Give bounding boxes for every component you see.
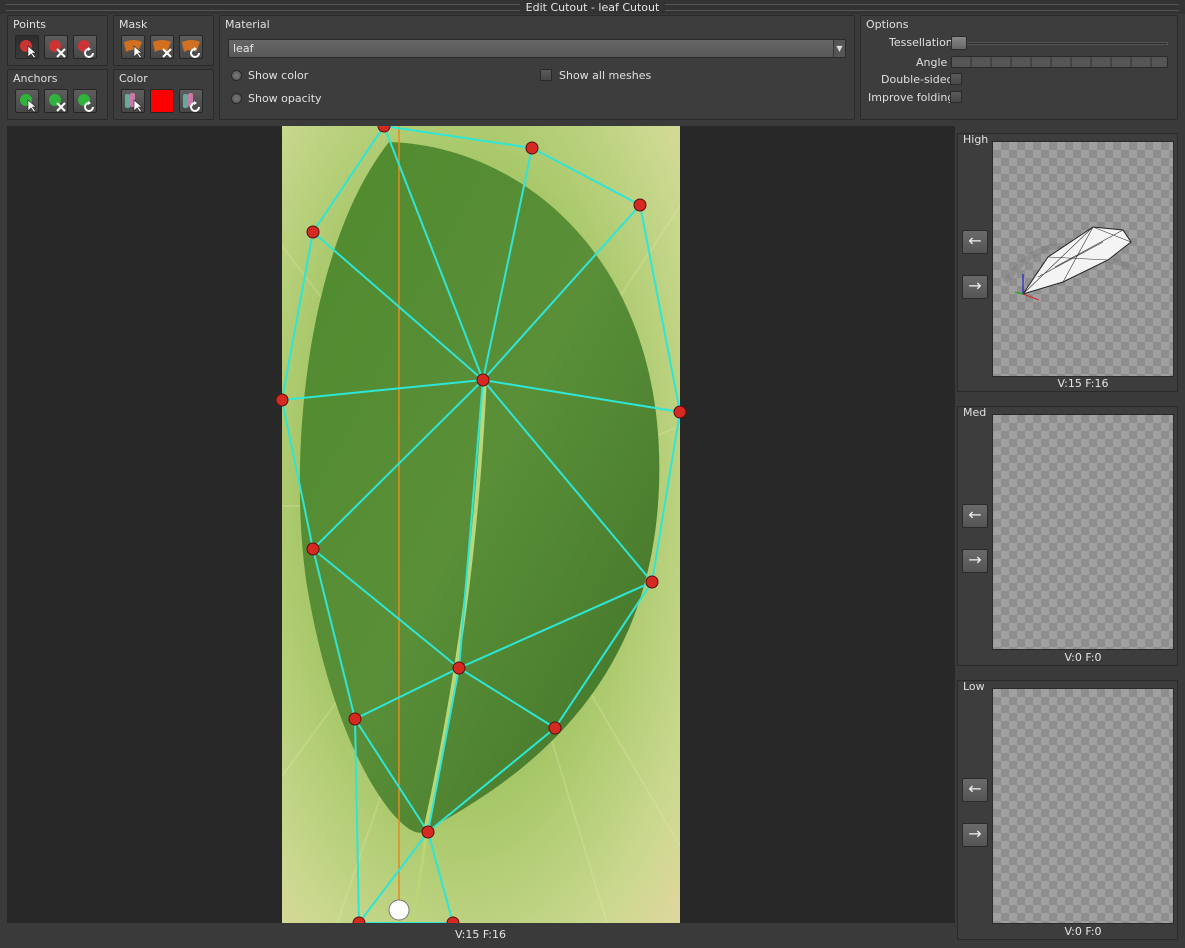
double-sided-checkbox[interactable] [950, 73, 962, 85]
mesh-vertex[interactable] [633, 198, 647, 212]
color-picker-icon [125, 93, 143, 113]
mesh-vertex[interactable] [421, 825, 435, 839]
select-point-tool[interactable] [15, 35, 39, 59]
reset-anchor-icon [78, 94, 94, 112]
delete-anchor-tool[interactable] [44, 89, 68, 113]
pivot-handle[interactable] [388, 899, 410, 921]
prev-lod-med-button[interactable]: ← [962, 504, 988, 528]
material-group: Material leaf ▼ Show color Show opacity … [219, 15, 855, 120]
chevron-down-icon[interactable]: ▼ [833, 40, 845, 57]
next-lod-low-button[interactable]: → [962, 823, 988, 847]
lod-panel-low: Low ← → V:0 F:0 [957, 680, 1178, 940]
show-opacity-label: Show opacity [248, 92, 322, 105]
mesh-vertex[interactable] [476, 373, 490, 387]
lod-panel-high: High ← → V:15 F:16 [957, 133, 1178, 392]
lod-panel-med: Med ← → V:0 F:0 [957, 406, 1178, 666]
arrow-left-icon: ← [968, 231, 982, 250]
arrow-right-icon: → [968, 276, 982, 295]
color-group-label: Color [119, 72, 148, 85]
select-anchor-icon [20, 94, 37, 113]
anchors-group: Anchors [7, 69, 108, 120]
delete-mask-tool[interactable] [150, 35, 174, 59]
mesh-vertex[interactable] [348, 712, 362, 726]
show-all-meshes-label: Show all meshes [559, 69, 652, 82]
material-group-label: Material [225, 18, 270, 31]
lod-count-high: V:15 F:16 [1057, 377, 1109, 390]
arrow-left-icon: ← [968, 505, 982, 524]
window-title: Edit Cutout - leaf Cutout [525, 0, 660, 14]
anchors-group-label: Anchors [13, 72, 58, 85]
mesh-vertex[interactable] [548, 721, 562, 735]
color-group: Color [113, 69, 214, 120]
material-selected: leaf [233, 42, 254, 55]
reset-point-icon [78, 40, 94, 58]
delete-mask-icon [153, 40, 172, 58]
mesh-vertex[interactable] [306, 225, 320, 239]
color-swatch[interactable] [150, 89, 174, 113]
improve-folding-checkbox[interactable] [950, 91, 962, 103]
angle-label: Angle [916, 56, 948, 69]
next-lod-high-button[interactable]: → [962, 275, 988, 299]
show-all-meshes-checkbox[interactable] [540, 69, 552, 81]
mesh-vertex[interactable] [275, 393, 289, 407]
tessellation-slider-handle[interactable] [951, 36, 967, 50]
prev-lod-low-button[interactable]: ← [962, 778, 988, 802]
reset-point-tool[interactable] [73, 35, 97, 59]
material-dropdown[interactable]: leaf ▼ [228, 39, 846, 58]
reset-color-tool[interactable] [179, 89, 203, 113]
mesh-vertex[interactable] [306, 542, 320, 556]
arrow-right-icon: → [968, 824, 982, 843]
lod-label-med: Med [963, 406, 987, 419]
canvas-status: V:15 F:16 [455, 928, 507, 941]
select-anchor-tool[interactable] [15, 89, 39, 113]
mesh-vertex[interactable] [645, 575, 659, 589]
options-group: Options Tessellation Angle Double-sided … [860, 15, 1178, 120]
double-sided-label: Double-sided [881, 73, 954, 86]
select-mask-tool[interactable] [121, 35, 145, 59]
leaf-mesh-view[interactable] [7, 126, 955, 923]
cutout-canvas[interactable] [7, 126, 955, 923]
lod-count-low: V:0 F:0 [1064, 925, 1102, 938]
lod-label-high: High [963, 133, 989, 146]
show-opacity-radio[interactable] [231, 93, 242, 104]
mesh-vertex[interactable] [673, 405, 687, 419]
next-lod-med-button[interactable]: → [962, 549, 988, 573]
options-group-label: Options [866, 18, 909, 31]
lod-count-med: V:0 F:0 [1064, 651, 1102, 664]
lod-preview-med[interactable] [992, 414, 1174, 650]
arrow-right-icon: → [968, 550, 982, 569]
lod-preview-low[interactable] [992, 688, 1174, 924]
improve-folding-label: Improve folding [868, 91, 955, 104]
select-mask-icon [124, 40, 143, 59]
lod-preview-high[interactable] [992, 141, 1174, 377]
delete-anchor-icon [49, 94, 66, 112]
leaf-texture-image [282, 126, 680, 923]
select-point-icon [20, 40, 37, 59]
points-group-label: Points [13, 18, 47, 31]
arrow-left-icon: ← [968, 779, 982, 798]
tessellation-slider[interactable] [951, 36, 1168, 50]
reset-mask-tool[interactable] [179, 35, 203, 59]
mesh-vertex[interactable] [525, 141, 539, 155]
reset-mask-icon [182, 40, 200, 58]
reset-color-icon [183, 93, 200, 112]
show-color-radio[interactable] [231, 70, 242, 81]
window-title-bar: Edit Cutout - leaf Cutout [0, 0, 1185, 14]
delete-point-icon [49, 40, 66, 58]
delete-point-tool[interactable] [44, 35, 68, 59]
lod-label-low: Low [963, 680, 985, 693]
leaf-3d-preview [1002, 226, 1138, 301]
points-group: Points [7, 15, 108, 66]
angle-slider[interactable] [951, 56, 1168, 68]
pick-color-tool[interactable] [121, 89, 145, 113]
reset-anchor-tool[interactable] [73, 89, 97, 113]
mask-group-label: Mask [119, 18, 148, 31]
show-color-label: Show color [248, 69, 309, 82]
mask-group: Mask [113, 15, 214, 66]
mesh-vertex[interactable] [452, 661, 466, 675]
tessellation-label: Tessellation [889, 36, 953, 49]
prev-lod-high-button[interactable]: ← [962, 230, 988, 254]
